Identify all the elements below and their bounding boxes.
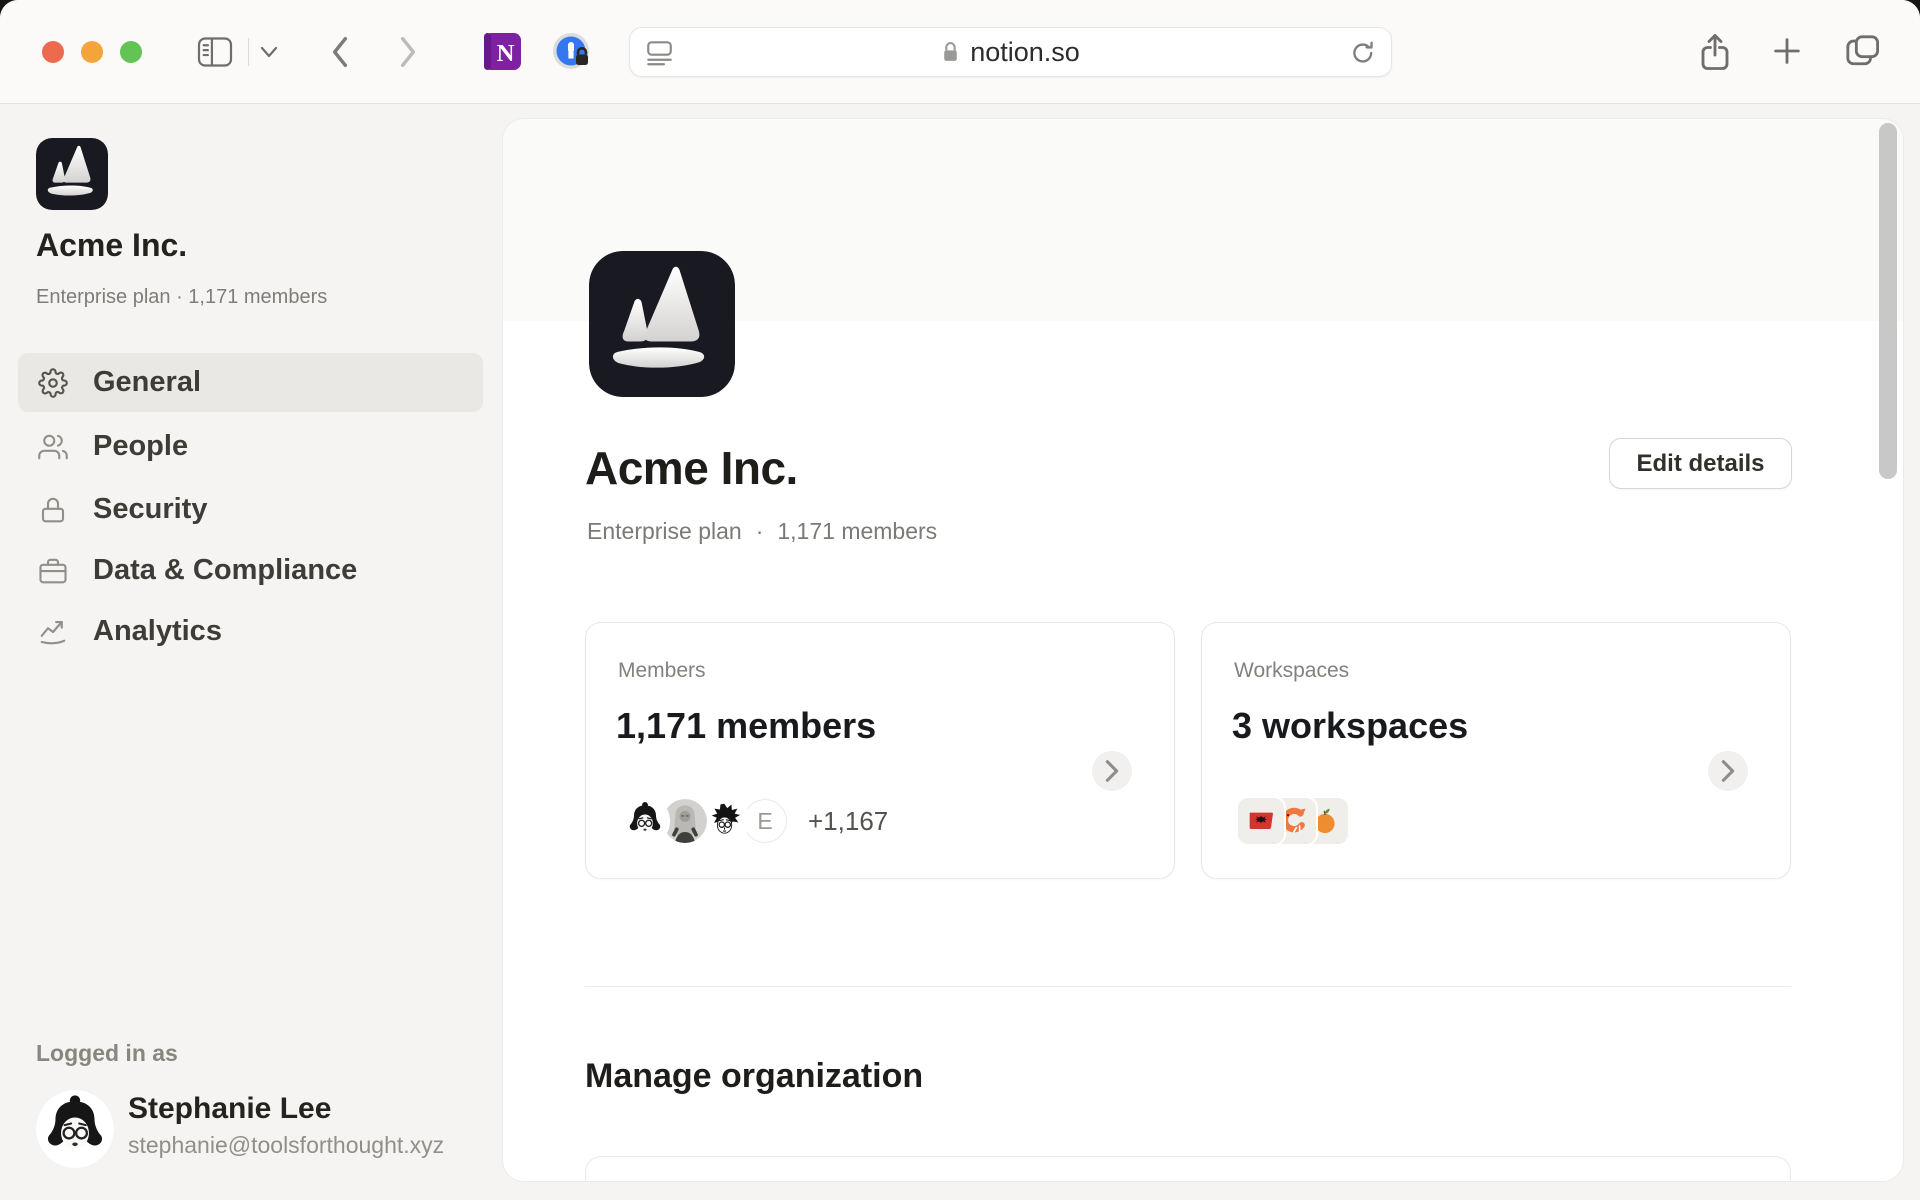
browser-window: N noti [0,0,1920,1200]
address-bar-content: notion.so [630,28,1391,76]
notes-extension-icon[interactable]: N [484,33,521,70]
reload-button[interactable] [1349,39,1377,67]
sidebar-item-label: Data & Compliance [93,554,357,587]
gear-icon [38,368,68,398]
logged-in-as-label: Logged in as [36,1040,178,1067]
sidebar-chevron-down-icon[interactable] [260,46,278,59]
members-card[interactable]: Members 1,171 members [585,622,1175,879]
toolbar-separator [248,38,249,66]
sidebar-item-data-compliance[interactable]: Data & Compliance [18,541,483,600]
members-avatar-row: E +1,167 [620,795,888,847]
members-card-label: Members [618,659,706,683]
browser-toolbar: N noti [0,0,1920,104]
workspaces-card[interactable]: Workspaces 3 workspaces [1201,622,1791,879]
sidebar-org-meta: Enterprise plan · 1,171 members [36,286,327,309]
users-icon [38,432,68,462]
zoom-window-button[interactable] [120,41,142,63]
members-card-chevron-button[interactable] [1092,751,1132,791]
edit-details-button[interactable]: Edit details [1609,438,1792,489]
minimize-window-button[interactable] [81,41,103,63]
sidebar-org-name: Acme Inc. [36,227,187,264]
sidebar-item-label: Security [93,493,207,526]
tls-lock-icon [941,41,960,63]
user-email: stephanie@toolsforthought.xyz [128,1132,444,1159]
workspaces-card-label: Workspaces [1234,659,1349,683]
members-overflow-count: +1,167 [808,806,888,837]
section-divider [585,986,1791,987]
sidebar-item-people[interactable]: People [18,417,483,476]
workspace-icons-row [1236,795,1350,847]
workspaces-card-value: 3 workspaces [1232,705,1468,747]
settings-main-panel: Acme Inc. Enterprise plan · 1,171 member… [502,118,1904,1182]
lock-icon [38,495,68,525]
org-plan-meta: Enterprise plan · 1,171 members [587,518,937,545]
close-window-button[interactable] [42,41,64,63]
manage-organization-card[interactable] [585,1156,1791,1182]
briefcase-icon [38,556,68,586]
manage-organization-heading: Manage organization [585,1057,923,1096]
tab-overview-button[interactable] [1843,34,1881,68]
members-count-label: 1,171 members [777,518,937,545]
trend-line-icon [38,617,68,647]
address-bar[interactable]: notion.so [629,27,1392,77]
forward-button[interactable] [398,36,418,68]
sidebar-item-security[interactable]: Security [18,480,483,539]
dot-separator: · [756,518,764,545]
plan-label: Enterprise plan [587,518,742,545]
vertical-scrollbar-thumb[interactable] [1879,123,1897,479]
sidebar-item-general[interactable]: General [18,353,483,412]
sidebar-item-label: Analytics [93,615,222,648]
svg-text:N: N [497,40,515,67]
members-card-value: 1,171 members [616,705,876,747]
workspaces-card-chevron-button[interactable] [1708,751,1748,791]
org-logo-small [36,138,108,210]
albanian-flag-emoji [1236,796,1286,846]
back-button[interactable] [330,36,350,68]
org-logo-large [589,251,735,397]
sidebar-item-label: General [93,366,201,399]
user-name: Stephanie Lee [128,1092,331,1126]
sidebar-item-label: People [93,430,188,463]
chevron-right-icon [1103,759,1121,783]
chevron-right-icon [1719,759,1737,783]
password-manager-extension-icon[interactable] [552,32,592,72]
page-title: Acme Inc. [585,441,798,495]
sidebar-toggle-icon[interactable] [196,36,234,68]
member-avatar-1 [620,796,670,846]
user-avatar [36,1090,114,1168]
sidebar-item-analytics[interactable]: Analytics [18,602,483,661]
share-button[interactable] [1697,31,1733,73]
url-host-text: notion.so [970,37,1080,68]
new-tab-button[interactable] [1770,34,1804,68]
